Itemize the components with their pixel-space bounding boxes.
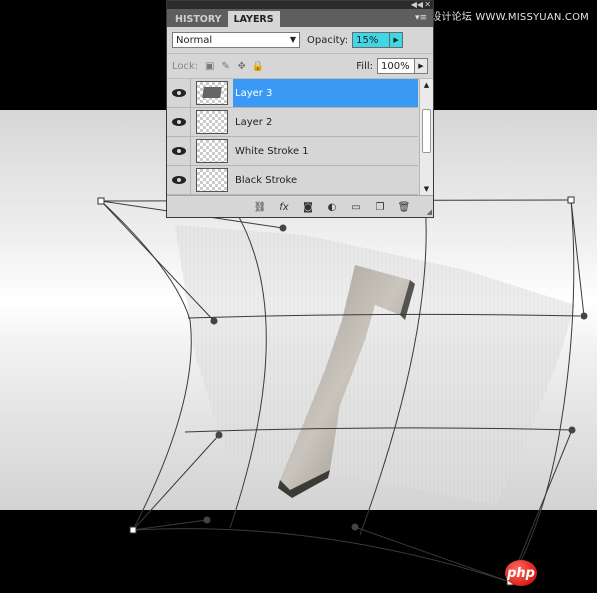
layer-list: Layer 3 Layer 2 White Stroke 1 Black Str… xyxy=(167,79,433,195)
collapse-icon[interactable]: ◀◀ xyxy=(411,0,423,9)
layer-thumbnail xyxy=(196,110,228,134)
lock-move-icon[interactable]: ✥ xyxy=(236,61,247,72)
new-layer-icon[interactable]: ❐ xyxy=(373,201,387,213)
lock-all-icon[interactable]: 🔒 xyxy=(251,61,263,72)
warp-handle[interactable] xyxy=(580,312,588,320)
blend-mode-select[interactable]: Normal ▼ xyxy=(172,32,300,48)
fill-label: Fill: xyxy=(356,60,373,72)
layer-row[interactable]: White Stroke 1 xyxy=(167,137,418,166)
adjustment-icon[interactable]: ◐ xyxy=(325,201,339,213)
panel-menu-icon[interactable]: ▾≡ xyxy=(415,13,427,23)
layer-thumbnail-cell xyxy=(191,108,233,136)
layer-thumbnail xyxy=(196,139,228,163)
layer-name[interactable]: Black Stroke xyxy=(233,166,418,194)
fill-input[interactable]: 100% xyxy=(377,58,415,74)
warp-handle[interactable] xyxy=(351,523,359,531)
lock-row: Lock: ▣ ✎ ✥ 🔒 Fill: 100% ▶ xyxy=(167,54,433,79)
layer-thumbnail xyxy=(196,168,228,192)
visibility-toggle[interactable] xyxy=(167,108,191,136)
link-icon[interactable]: ⛓ xyxy=(253,201,267,213)
fill-slider-button[interactable]: ▶ xyxy=(415,58,428,74)
layers-panel: ◀◀ ✕ HISTORY LAYERS ▾≡ Normal ▼ Opacity:… xyxy=(166,0,434,218)
layer-thumbnail-cell xyxy=(191,166,233,194)
lock-transparent-icon[interactable]: ▣ xyxy=(204,61,215,72)
tab-history[interactable]: HISTORY xyxy=(169,11,228,27)
lock-brush-icon[interactable]: ✎ xyxy=(220,61,231,72)
warp-corner-point[interactable] xyxy=(129,526,137,534)
warp-handle[interactable] xyxy=(215,431,223,439)
warp-handle[interactable] xyxy=(279,224,287,232)
scrollbar-thumb[interactable] xyxy=(422,109,431,153)
warp-handle[interactable] xyxy=(210,317,218,325)
php-logo: php xyxy=(505,560,537,586)
opacity-slider-button[interactable]: ▶ xyxy=(390,32,404,48)
metal-shape xyxy=(278,265,415,498)
lock-label: Lock: xyxy=(172,60,199,72)
mask-icon[interactable]: ◙ xyxy=(301,201,315,213)
warp-corner-point[interactable] xyxy=(567,196,575,204)
warp-handle[interactable] xyxy=(203,516,211,524)
panel-tabs: HISTORY LAYERS ▾≡ xyxy=(167,9,433,27)
visibility-toggle[interactable] xyxy=(167,166,191,194)
panel-title-bar: ◀◀ ✕ xyxy=(167,0,433,9)
layer-row[interactable]: Layer 2 xyxy=(167,108,418,137)
layer-thumbnail xyxy=(196,81,228,105)
layer-row[interactable]: Black Stroke xyxy=(167,166,418,195)
scroll-down-icon[interactable]: ▼ xyxy=(420,183,433,195)
resize-grip-icon[interactable]: ◢ xyxy=(427,208,432,216)
layers-scrollbar[interactable]: ▲ ▼ xyxy=(419,79,433,195)
watermark-text: 思缘设计论坛 WWW.MISSYUAN.COM xyxy=(410,12,589,23)
tab-layers[interactable]: LAYERS xyxy=(227,11,280,27)
layer-name[interactable]: Layer 3 xyxy=(233,79,418,107)
trash-icon[interactable]: 🗑 xyxy=(397,201,411,213)
layer-name[interactable]: Layer 2 xyxy=(233,108,418,136)
blend-row: Normal ▼ Opacity: 15% ▶ xyxy=(167,27,433,54)
layer-name[interactable]: White Stroke 1 xyxy=(233,137,418,165)
visibility-toggle[interactable] xyxy=(167,79,191,107)
chevron-down-icon: ▼ xyxy=(289,35,296,44)
eye-icon xyxy=(171,176,186,184)
blend-mode-value: Normal xyxy=(176,34,213,46)
panel-footer: ⛓ fx ◙ ◐ ▭ ❐ 🗑 xyxy=(167,195,433,218)
warp-handle[interactable] xyxy=(568,426,576,434)
opacity-input[interactable]: 15% xyxy=(352,32,391,48)
eye-icon xyxy=(171,147,186,155)
layer-row[interactable]: Layer 3 xyxy=(167,79,418,108)
eye-icon xyxy=(171,89,186,97)
warp-corner-point[interactable] xyxy=(97,197,105,205)
visibility-toggle[interactable] xyxy=(167,137,191,165)
close-icon[interactable]: ✕ xyxy=(424,0,431,9)
layer-thumbnail-cell xyxy=(191,137,233,165)
scroll-up-icon[interactable]: ▲ xyxy=(420,79,433,91)
layer-thumbnail-cell xyxy=(191,79,233,107)
group-icon[interactable]: ▭ xyxy=(349,201,363,213)
opacity-label: Opacity: xyxy=(307,34,349,46)
fx-icon[interactable]: fx xyxy=(277,201,291,213)
eye-icon xyxy=(171,118,186,126)
